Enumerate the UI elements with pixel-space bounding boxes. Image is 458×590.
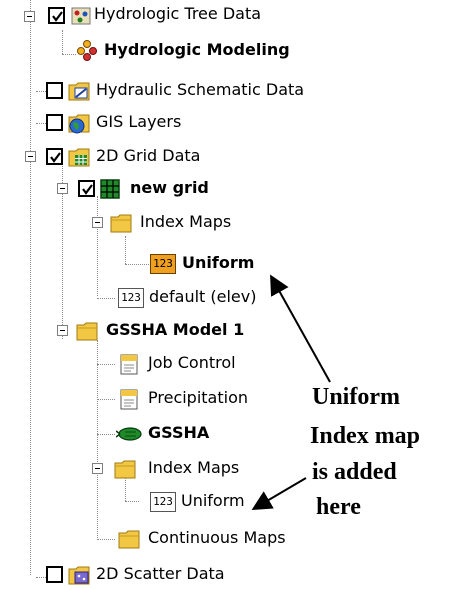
tree-item-job-control[interactable]: Job Control: [0, 349, 360, 379]
folder-icon: [114, 460, 136, 479]
collapse-toggle[interactable]: [92, 463, 103, 474]
tree-item-label: Job Control: [148, 353, 236, 372]
scatter-data-icon: [68, 566, 90, 585]
tree-item-index-maps[interactable]: Index Maps: [0, 208, 360, 238]
collapse-toggle[interactable]: [92, 217, 103, 228]
project-explorer-tree: Hydrologic Tree Data Hydrologic Modeling…: [0, 0, 458, 585]
gis-globe-icon: [68, 114, 90, 134]
tree-item-hydraulic-schematic-data[interactable]: Hydraulic Schematic Data: [0, 76, 360, 106]
index-map-123-icon: 123: [150, 254, 176, 274]
tree-item-label: new grid: [130, 178, 209, 197]
collapse-toggle[interactable]: [57, 325, 68, 336]
tree-item-label: 2D Scatter Data: [96, 564, 225, 583]
collapse-toggle[interactable]: [57, 183, 68, 194]
tree-item-precipitation[interactable]: Precipitation: [0, 384, 360, 414]
collapse-toggle[interactable]: [25, 151, 36, 162]
folder-icon: [76, 322, 98, 341]
tree-item-index-maps[interactable]: Index Maps: [0, 454, 360, 484]
tree-item-gssha-model-1[interactable]: GSSHA Model 1: [0, 316, 360, 346]
tree-item-gssha[interactable]: GSSHA: [0, 419, 360, 449]
tree-item-label: Hydrologic Modeling: [104, 40, 290, 59]
tree-item-hydrologic-tree-data[interactable]: Hydrologic Tree Data: [0, 2, 360, 32]
visibility-checkbox[interactable]: [48, 7, 65, 24]
tree-item-default-elev[interactable]: 123 default (elev): [0, 283, 360, 313]
tree-item-label: Uniform: [181, 491, 245, 510]
collapse-toggle[interactable]: [24, 11, 35, 22]
hydraulic-schematic-icon: [68, 82, 90, 101]
callout-line-2: Index map: [310, 423, 421, 449]
tree-item-label: GIS Layers: [96, 112, 182, 131]
precipitation-icon: [120, 389, 138, 410]
gssha-model-icon: [116, 427, 142, 441]
visibility-checkbox[interactable]: [46, 148, 63, 165]
hydrologic-tree-data-icon: [71, 7, 91, 25]
tree-item-hydrologic-modeling[interactable]: Hydrologic Modeling: [0, 36, 360, 66]
visibility-checkbox[interactable]: [46, 82, 63, 99]
visibility-checkbox[interactable]: [78, 180, 95, 197]
tree-item-2d-scatter-data[interactable]: 2D Scatter Data: [0, 560, 360, 590]
visibility-checkbox[interactable]: [46, 566, 63, 583]
tree-item-label: Index Maps: [140, 212, 232, 231]
tree-item-2d-grid-data[interactable]: 2D Grid Data: [0, 142, 360, 172]
tree-item-label: Index Maps: [148, 458, 240, 477]
tree-item-label: Uniform: [182, 253, 255, 272]
tree-item-continuous-maps[interactable]: Continuous Maps: [0, 524, 360, 554]
tree-item-label: default (elev): [149, 287, 257, 306]
tree-item-label: Continuous Maps: [148, 528, 286, 547]
tree-item-label: Hydraulic Schematic Data: [96, 80, 305, 99]
tree-item-label: Precipitation: [148, 388, 249, 407]
callout-line-3: is added: [312, 459, 397, 485]
grid-icon: [100, 179, 120, 199]
callout-line-4: here: [316, 494, 361, 520]
tree-item-new-grid[interactable]: new grid: [0, 174, 360, 204]
callout-line-1: Uniform: [312, 384, 400, 410]
tree-item-label: GSSHA: [148, 423, 210, 442]
tree-item-label: Hydrologic Tree Data: [94, 4, 262, 23]
folder-icon: [118, 530, 140, 549]
tree-item-uniform-index-map[interactable]: 123 Uniform: [0, 249, 360, 279]
tree-item-label: GSSHA Model 1: [106, 320, 245, 339]
dataset-123-icon: 123: [150, 492, 176, 512]
dataset-123-icon: 123: [118, 288, 144, 308]
hydrologic-modeling-icon: [77, 40, 97, 61]
grid-folder-icon: [68, 148, 90, 167]
tree-item-gis-layers[interactable]: GIS Layers: [0, 108, 360, 138]
job-control-icon: [120, 354, 138, 375]
tree-item-uniform-index-map[interactable]: 123 Uniform: [0, 487, 360, 517]
tree-item-label: 2D Grid Data: [96, 146, 201, 165]
folder-icon: [110, 214, 132, 233]
visibility-checkbox[interactable]: [46, 114, 63, 131]
